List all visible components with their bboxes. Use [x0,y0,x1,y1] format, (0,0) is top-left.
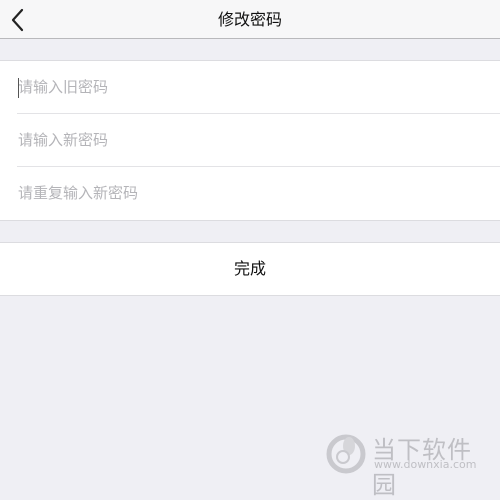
downxia-logo-icon [326,434,366,474]
watermark: 当下软件园 www.downxia.com [324,426,494,499]
watermark-url: www.downxia.com [374,458,477,471]
old-password-row [17,61,500,114]
confirm-password-row [17,167,500,220]
page-title: 修改密码 [217,10,282,29]
navigation-bar: 修改密码 [0,0,500,39]
text-cursor [18,78,19,98]
new-password-row [17,114,500,167]
done-button[interactable]: 完成 [0,242,500,296]
confirm-password-input[interactable] [17,167,488,219]
new-password-input[interactable] [17,114,488,166]
password-form [0,60,500,221]
old-password-input[interactable] [17,61,488,113]
